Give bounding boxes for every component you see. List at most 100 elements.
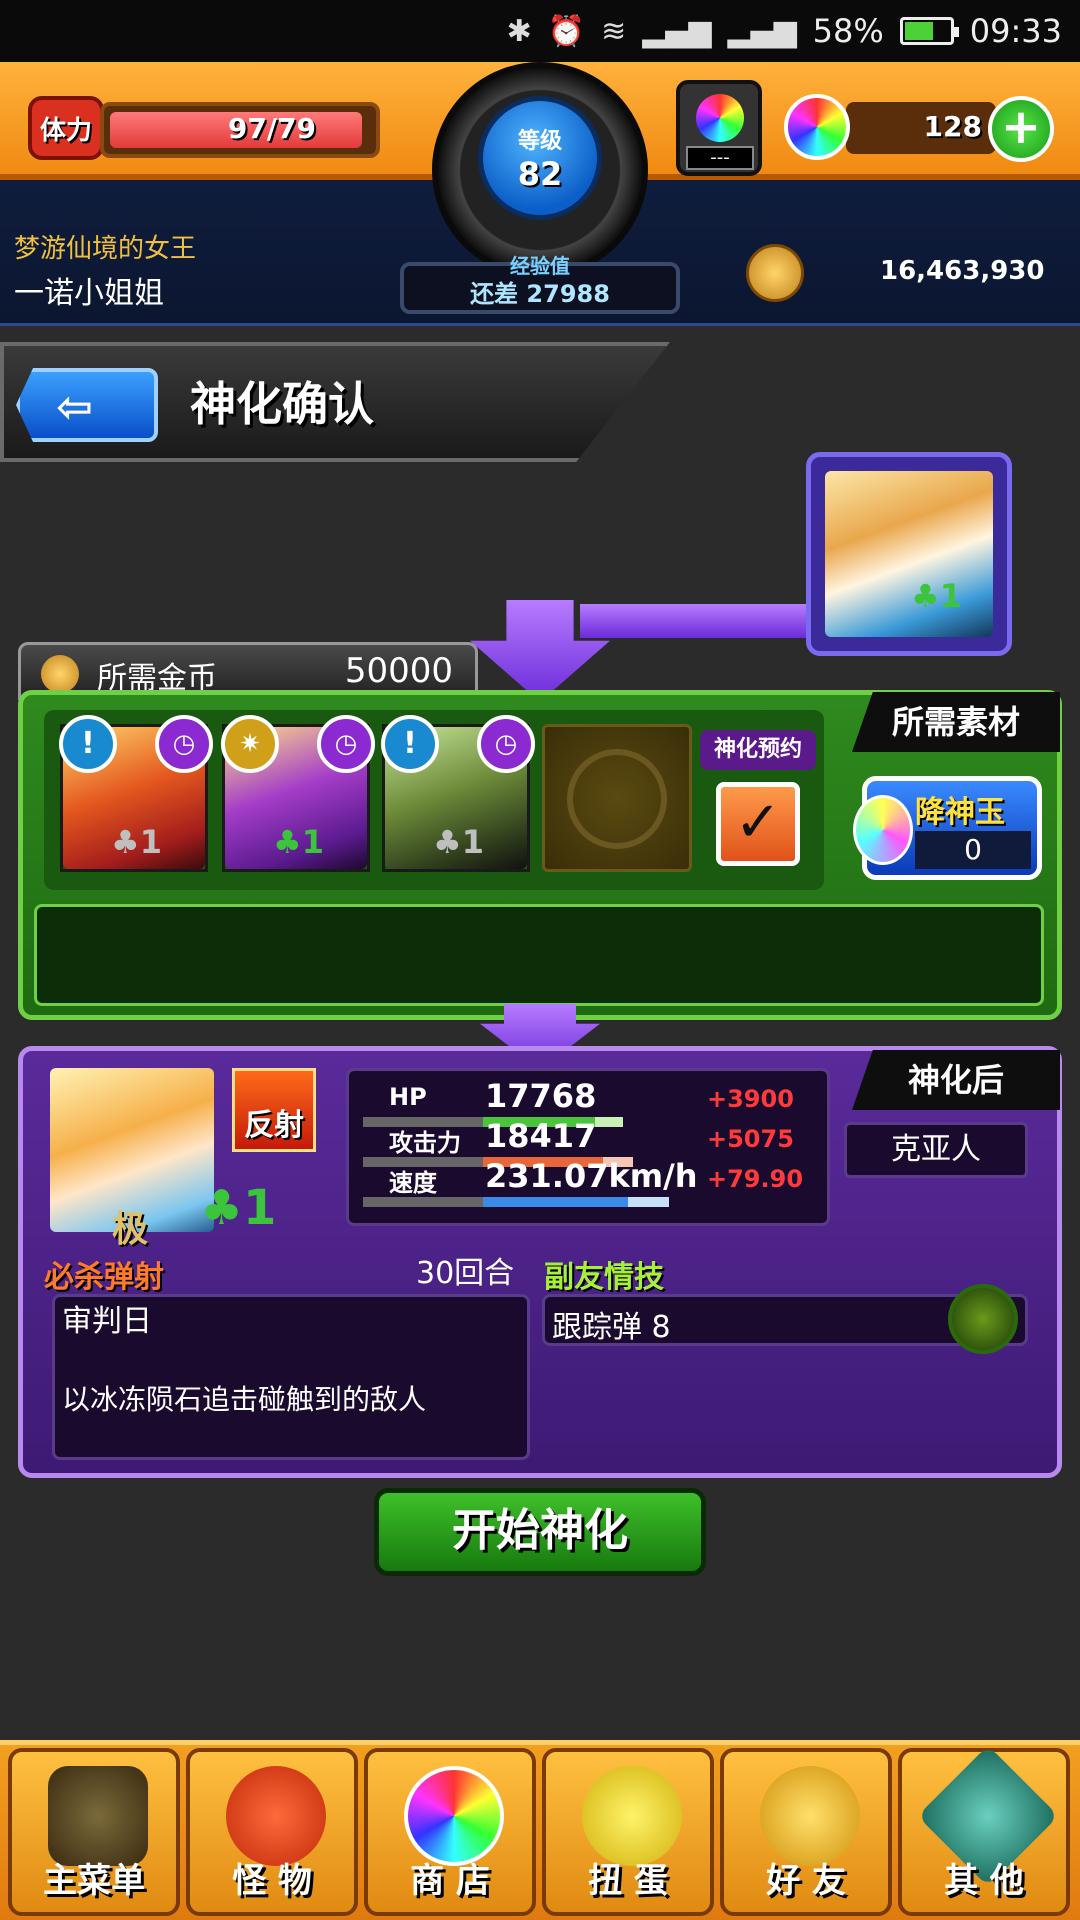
rainbow-orb-icon (404, 1766, 504, 1866)
clock-icon: ◷ (155, 715, 213, 773)
clock-icon: ◷ (477, 715, 535, 773)
wifi-icon: ≋ (601, 13, 627, 49)
nav-label: 怪 物 (232, 1861, 312, 1901)
orb-counter: 128 (846, 102, 996, 154)
material-slot-2[interactable]: ✷ ◷ ♣1 (221, 715, 375, 872)
nav-label: 商 店 (410, 1861, 490, 1901)
source-monster-card[interactable]: ♣1 (806, 452, 1012, 656)
friend-skill-label: 副友情技 (544, 1260, 664, 1295)
result-clover: ♣1 (200, 1180, 277, 1236)
exp-box: 经验值 还差 27988 (400, 254, 680, 314)
result-tag: 神化后 (852, 1050, 1060, 1110)
friend-skill-name: 跟踪弹 8 (552, 1310, 671, 1345)
gacha-orb-icon (696, 94, 744, 142)
signal-icon-2: ▂▄▆ (727, 13, 797, 49)
user-title: 梦游仙境的女王 (14, 234, 197, 264)
battery-icon (899, 17, 959, 45)
back-button[interactable]: ⇦ (16, 368, 158, 442)
nav-monsters[interactable]: 怪 物 (186, 1748, 358, 1916)
stat-bonus: +5075 (707, 1125, 794, 1153)
result-rank: 极 (112, 1209, 149, 1250)
level-orb[interactable]: 等级 82 (478, 96, 602, 220)
nav-main-menu[interactable]: 主菜单 (8, 1748, 180, 1916)
exp-remaining: 还差 27988 (470, 280, 610, 308)
level-value: 82 (517, 155, 563, 193)
material-clover: ♣1 (273, 823, 324, 861)
bluetooth-icon: ✱ (506, 13, 532, 49)
battery-percent: 58% (812, 12, 884, 50)
material-slot-1[interactable]: ! ◷ ♣1 (59, 715, 213, 872)
gem-value: 0 (915, 831, 1031, 869)
friends-icon (760, 1766, 860, 1866)
monster-icon (226, 1766, 326, 1866)
stamina-value: 97/79 (227, 112, 316, 145)
stat-label: 攻击力 (389, 1129, 461, 1157)
coin-icon (746, 244, 804, 302)
source-clover: ♣1 (911, 577, 962, 615)
nav-gacha[interactable]: 扭 蛋 (542, 1748, 714, 1916)
warning-icon: ! (381, 715, 439, 773)
egg-icon (582, 1766, 682, 1866)
sun-badge-icon: ✷ (221, 715, 279, 773)
back-arrow-icon: ⇦ (56, 382, 93, 433)
material-clover: ♣1 (433, 823, 484, 861)
skill-description: 以冰冻陨石追击碰触到的敌人 (62, 1383, 427, 1416)
materials-description (34, 904, 1044, 1006)
clock-icon: ◷ (317, 715, 375, 773)
nav-label: 其 他 (944, 1861, 1024, 1901)
orb-count: 128 (923, 110, 982, 143)
gacha-count: --- (686, 146, 754, 170)
reflect-type-badge: 反射 (232, 1068, 316, 1152)
nav-other[interactable]: 其 他 (898, 1745, 1070, 1916)
skill-turns: 30回合 (416, 1256, 515, 1291)
stat-label: 速度 (389, 1169, 437, 1197)
reserve-checkbox[interactable]: ✓ (716, 782, 800, 866)
user-name: 一诺小姐姐 (14, 276, 164, 311)
material-clover: ♣1 (111, 823, 162, 861)
page-title: 神化确认 (190, 377, 374, 431)
stat-value: 231.07km/h (485, 1157, 698, 1195)
skill-label: 必杀弹射 (44, 1260, 164, 1295)
coin-count: 16,463,930 (880, 256, 1045, 286)
empty-slot-emblem-icon (567, 749, 667, 849)
homing-shot-icon (948, 1284, 1018, 1354)
add-orb-button[interactable]: + (988, 96, 1054, 162)
stat-bonus: +3900 (707, 1085, 794, 1113)
gem-counter[interactable]: 降神玉 0 (853, 776, 1042, 880)
game-header: 体力 97/79 等级 82 经验值 还差 27988 --- 128 + 梦游… (0, 62, 1080, 326)
level-label: 等级 (517, 129, 562, 154)
nav-label: 好 友 (766, 1861, 846, 1901)
status-bar: ✱ ⏰ ≋ ▂▄▆ ▂▄▆ 58% 09:33 (0, 0, 1080, 62)
race-label: 克亚人 (844, 1122, 1028, 1178)
alarm-icon: ⏰ (547, 13, 586, 49)
stamina-bar[interactable]: 97/79 (100, 102, 380, 158)
stat-bar-speed (483, 1197, 669, 1207)
stamina-icon: 体力 (28, 96, 104, 160)
stamina-label: 体力 (39, 115, 92, 146)
signal-icon: ▂▄▆ (642, 13, 712, 49)
warning-icon: ! (59, 715, 117, 773)
stat-bonus: +79.90 (707, 1165, 804, 1193)
stat-speed: 速度 231.07km/h +79.90 (359, 1157, 819, 1207)
gem-label: 降神玉 (915, 795, 1005, 830)
arrow-connector (580, 604, 810, 638)
stat-value: 17768 (485, 1077, 597, 1115)
nav-shop[interactable]: 商 店 (364, 1748, 536, 1916)
gacha-machine-icon[interactable]: --- (676, 80, 762, 176)
nav-label: 主菜单 (43, 1861, 145, 1901)
coin-requirement-value: 50000 (344, 651, 453, 691)
skill-name: 审判日 (62, 1304, 152, 1339)
source-monster-portrait (825, 471, 993, 637)
nav-label: 扭 蛋 (588, 1861, 668, 1901)
gem-icon (853, 795, 913, 865)
clock: 09:33 (969, 12, 1062, 50)
gate-icon (48, 1766, 148, 1866)
nav-friends[interactable]: 好 友 (720, 1748, 892, 1916)
reserve-label: 神化预约 (700, 730, 816, 770)
material-slot-3[interactable]: ! ◷ ♣1 (381, 715, 535, 872)
coin-icon (41, 655, 79, 693)
stat-value: 18417 (485, 1117, 597, 1155)
material-slot-empty[interactable] (542, 724, 692, 872)
rainbow-orb-icon (784, 94, 850, 160)
start-evolution-button[interactable]: 开始神化 (374, 1488, 706, 1576)
